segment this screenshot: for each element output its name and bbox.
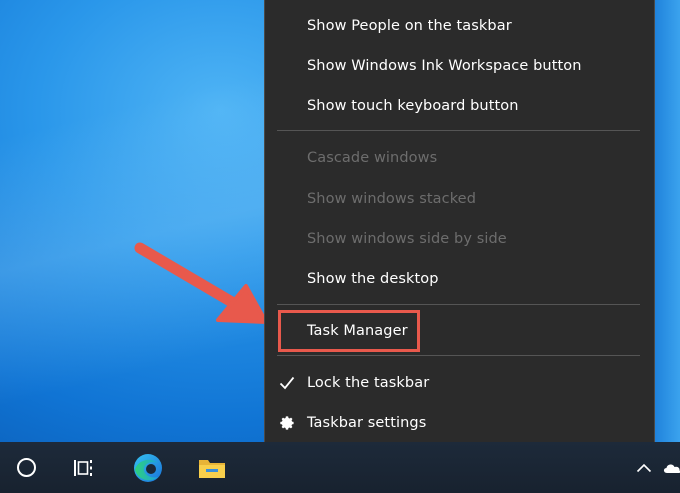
menu-item-show-ink-workspace[interactable]: Show Windows Ink Workspace button — [265, 46, 654, 86]
menu-item-label: Show Windows Ink Workspace button — [307, 58, 582, 74]
menu-item-show-touch-keyboard[interactable]: Show touch keyboard button — [265, 86, 654, 126]
menu-item-label: Show touch keyboard button — [307, 98, 519, 114]
menu-item-label: Cascade windows — [307, 150, 438, 166]
search-icon[interactable] — [2, 442, 50, 493]
onedrive-cloud-icon[interactable] — [660, 442, 680, 493]
menu-item-taskbar-settings[interactable]: Taskbar settings — [265, 403, 654, 443]
menu-item-label: Task Manager — [307, 323, 408, 339]
menu-item-task-manager[interactable]: Task Manager — [265, 311, 654, 351]
edge-icon[interactable] — [124, 442, 172, 493]
menu-separator — [277, 304, 640, 305]
menu-item-label: Show windows stacked — [307, 191, 477, 207]
menu-item-label: Show windows side by side — [307, 231, 507, 247]
menu-separator — [277, 130, 640, 131]
menu-item-show-people[interactable]: Show People on the taskbar — [265, 6, 654, 46]
menu-item-windows-side-by-side: Show windows side by side — [265, 219, 654, 259]
menu-item-cascade-windows: Cascade windows — [265, 138, 654, 178]
menu-item-lock-taskbar[interactable]: Lock the taskbar — [265, 363, 654, 403]
chevron-up-icon[interactable] — [626, 442, 662, 493]
taskbar — [0, 442, 680, 493]
menu-item-label: Show People on the taskbar — [307, 18, 512, 34]
menu-separator — [277, 355, 640, 356]
menu-item-windows-stacked: Show windows stacked — [265, 179, 654, 219]
menu-item-show-desktop[interactable]: Show the desktop — [265, 259, 654, 299]
file-explorer-icon[interactable] — [188, 442, 236, 493]
checkmark-icon — [277, 373, 297, 393]
menu-item-label: Lock the taskbar — [307, 375, 430, 391]
menu-item-label: Show the desktop — [307, 271, 439, 287]
taskbar-context-menu: Show People on the taskbar Show Windows … — [264, 0, 655, 452]
menu-item-label: Taskbar settings — [307, 415, 427, 431]
task-view-icon[interactable] — [60, 442, 108, 493]
gear-icon — [277, 413, 297, 433]
